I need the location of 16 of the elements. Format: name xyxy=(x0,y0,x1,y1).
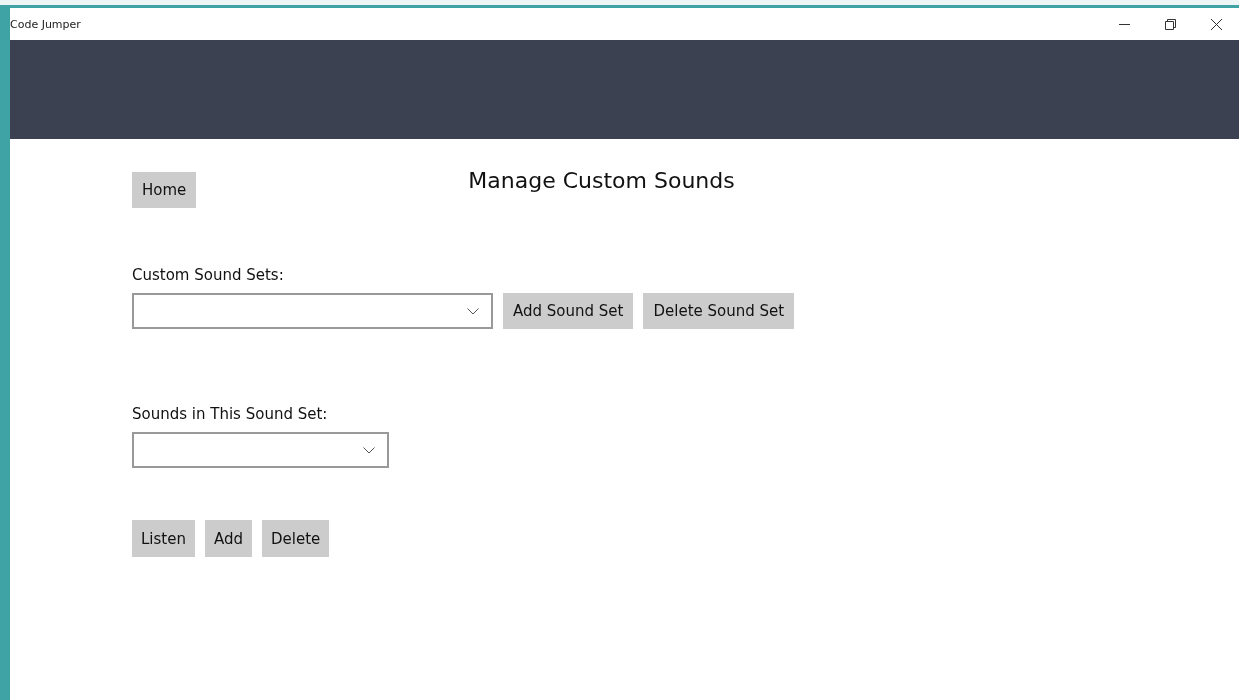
sound-set-dropdown[interactable] xyxy=(132,293,493,329)
add-button[interactable]: Add xyxy=(204,520,252,557)
add-sound-set-button[interactable]: Add Sound Set xyxy=(503,293,634,329)
chevron-icon xyxy=(467,307,479,315)
home-button[interactable]: Home xyxy=(132,172,197,208)
field-label: Custom Sound Sets: xyxy=(132,266,284,284)
field-label: Sounds in This Sound Set: xyxy=(132,405,328,423)
delete-sound-set-button[interactable]: Delete Sound Set xyxy=(643,293,795,329)
chevron-icon xyxy=(363,446,375,454)
page-title: Manage Custom Sounds xyxy=(468,168,735,193)
listen-button[interactable]: Listen xyxy=(132,520,195,557)
delete-button[interactable]: Delete xyxy=(262,520,330,557)
restore-icon[interactable] xyxy=(1164,18,1176,30)
close-icon[interactable] xyxy=(1210,18,1222,30)
sound-dropdown[interactable] xyxy=(132,432,389,468)
window-title: Code Jumper xyxy=(10,17,81,31)
